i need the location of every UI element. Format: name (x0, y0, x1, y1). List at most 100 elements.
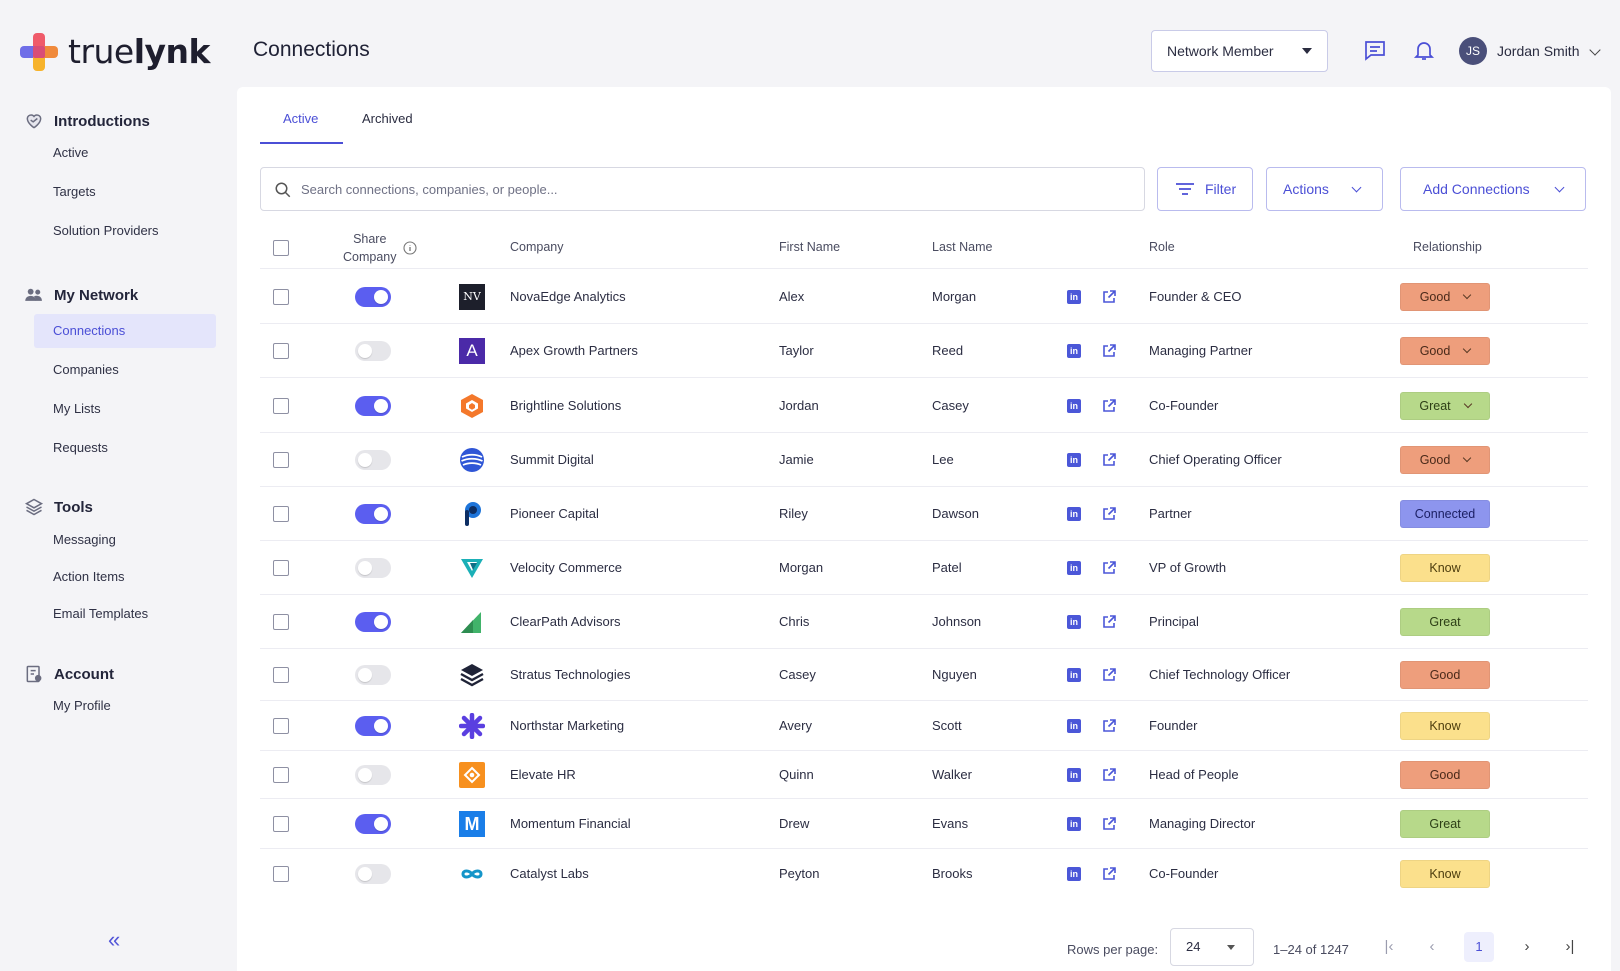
table-row[interactable]: Catalyst Labs Peyton Brooks in Co-Founde… (260, 848, 1588, 898)
share-company-toggle[interactable] (355, 864, 391, 884)
external-link-icon[interactable] (1101, 506, 1117, 522)
row-checkbox[interactable] (273, 866, 289, 882)
external-link-icon[interactable] (1101, 614, 1117, 630)
table-row[interactable]: Brightline Solutions Jordan Casey in Co-… (260, 377, 1588, 432)
company-name[interactable]: Pioneer Capital (510, 506, 599, 521)
sidebar-item-action-items[interactable]: Action Items (53, 560, 125, 594)
company-name[interactable]: NovaEdge Analytics (510, 289, 626, 304)
table-row[interactable]: Summit Digital Jamie Lee in Chief Operat… (260, 432, 1588, 486)
sidebar-item-active[interactable]: Active (53, 136, 88, 170)
row-checkbox[interactable] (273, 816, 289, 832)
sidebar-item-my-profile[interactable]: My Profile (53, 689, 111, 723)
external-link-icon[interactable] (1101, 667, 1117, 683)
row-checkbox[interactable] (273, 506, 289, 522)
relationship-badge[interactable]: Know (1400, 860, 1490, 888)
share-company-toggle[interactable] (355, 814, 391, 834)
th-first-name[interactable]: First Name (779, 240, 840, 254)
row-checkbox[interactable] (273, 397, 289, 414)
row-checkbox[interactable] (273, 343, 289, 359)
th-last-name[interactable]: Last Name (932, 240, 992, 254)
external-link-icon[interactable] (1101, 560, 1117, 576)
next-page-icon[interactable]: › (1512, 932, 1542, 962)
tab-active[interactable]: Active (283, 111, 318, 145)
collapse-sidebar-icon[interactable]: « (108, 928, 132, 952)
external-link-icon[interactable] (1101, 767, 1117, 783)
company-name[interactable]: Summit Digital (510, 452, 594, 467)
search-box[interactable] (260, 167, 1145, 211)
external-link-icon[interactable] (1101, 289, 1117, 305)
company-name[interactable]: Apex Growth Partners (510, 343, 638, 358)
relationship-badge[interactable]: Good (1400, 337, 1490, 365)
share-company-toggle[interactable] (355, 450, 391, 470)
select-all-checkbox[interactable] (273, 240, 289, 256)
linkedin-icon[interactable]: in (1067, 453, 1081, 467)
external-link-icon[interactable] (1101, 398, 1117, 414)
actions-button[interactable]: Actions (1266, 167, 1383, 211)
company-name[interactable]: Stratus Technologies (510, 667, 630, 682)
share-company-toggle[interactable] (355, 612, 391, 632)
row-checkbox[interactable] (273, 452, 289, 468)
last-page-icon[interactable]: ›| (1555, 932, 1585, 962)
relationship-badge[interactable]: Know (1400, 554, 1490, 582)
linkedin-icon[interactable]: in (1067, 561, 1081, 575)
table-row[interactable]: Northstar Marketing Avery Scott in Found… (260, 700, 1588, 750)
add-connections-button[interactable]: Add Connections (1400, 167, 1586, 211)
user-avatar[interactable]: JS (1459, 37, 1487, 65)
previous-page-icon[interactable]: ‹ (1417, 932, 1447, 962)
relationship-badge[interactable]: Great (1400, 391, 1490, 420)
relationship-badge[interactable]: Great (1400, 810, 1490, 838)
external-link-icon[interactable] (1101, 866, 1117, 882)
notifications-bell-icon[interactable] (1412, 38, 1436, 62)
relationship-badge[interactable]: Good (1400, 661, 1490, 689)
share-company-toggle[interactable] (355, 765, 391, 785)
row-checkbox[interactable] (273, 718, 289, 734)
company-name[interactable]: ClearPath Advisors (510, 614, 621, 629)
linkedin-icon[interactable]: in (1067, 668, 1081, 682)
sidebar-item-targets[interactable]: Targets (53, 175, 96, 209)
search-input[interactable] (301, 181, 1121, 197)
table-row[interactable]: ClearPath Advisors Chris Johnson in Prin… (260, 594, 1588, 648)
first-page-icon[interactable]: |‹ (1374, 932, 1404, 962)
linkedin-icon[interactable]: in (1067, 719, 1081, 733)
relationship-badge[interactable]: Know (1400, 712, 1490, 740)
row-checkbox[interactable] (273, 614, 289, 630)
linkedin-icon[interactable]: in (1067, 768, 1081, 782)
linkedin-icon[interactable]: in (1067, 817, 1081, 831)
table-row[interactable]: Stratus Technologies Casey Nguyen in Chi… (260, 648, 1588, 700)
th-company[interactable]: Company (510, 240, 564, 254)
row-checkbox[interactable] (273, 560, 289, 576)
table-row[interactable]: Elevate HR Quinn Walker in Head of Peopl… (260, 750, 1588, 798)
brand-logo[interactable]: truelynk (20, 32, 211, 71)
table-row[interactable]: Pioneer Capital Riley Dawson in Partner … (260, 486, 1588, 540)
share-company-toggle[interactable] (355, 286, 391, 307)
external-link-icon[interactable] (1101, 343, 1117, 359)
row-checkbox[interactable] (273, 667, 289, 683)
row-checkbox[interactable] (273, 767, 289, 783)
share-company-toggle[interactable] (355, 558, 391, 578)
company-name[interactable]: Elevate HR (510, 767, 576, 782)
share-company-toggle[interactable] (355, 395, 391, 416)
sidebar-item-companies[interactable]: Companies (53, 353, 119, 387)
role-select[interactable]: Network Member (1151, 30, 1328, 72)
table-row[interactable]: M Momentum Financial Drew Evans in Manag… (260, 798, 1588, 848)
filter-button[interactable]: Filter (1157, 167, 1253, 211)
relationship-badge[interactable]: Great (1400, 608, 1490, 636)
relationship-badge[interactable]: Good (1400, 761, 1490, 789)
rows-per-page-select[interactable]: 24 (1170, 928, 1254, 966)
table-row[interactable]: NV NovaEdge Analytics Alex Morgan in Fou… (260, 268, 1588, 323)
linkedin-icon[interactable]: in (1067, 289, 1081, 304)
relationship-badge[interactable]: Connected (1400, 500, 1490, 528)
external-link-icon[interactable] (1101, 816, 1117, 832)
linkedin-icon[interactable]: in (1067, 507, 1081, 521)
sidebar-item-my-lists[interactable]: My Lists (53, 392, 101, 426)
sidebar-item-solution-providers[interactable]: Solution Providers (53, 214, 159, 248)
sidebar-item-messaging[interactable]: Messaging (53, 523, 116, 557)
info-icon[interactable] (403, 241, 417, 255)
company-name[interactable]: Momentum Financial (510, 816, 631, 831)
share-company-toggle[interactable] (355, 504, 391, 524)
external-link-icon[interactable] (1101, 718, 1117, 734)
sidebar-item-email-templates[interactable]: Email Templates (53, 597, 148, 631)
relationship-badge[interactable]: Good (1400, 282, 1490, 311)
row-checkbox[interactable] (273, 288, 289, 305)
external-link-icon[interactable] (1101, 452, 1117, 468)
